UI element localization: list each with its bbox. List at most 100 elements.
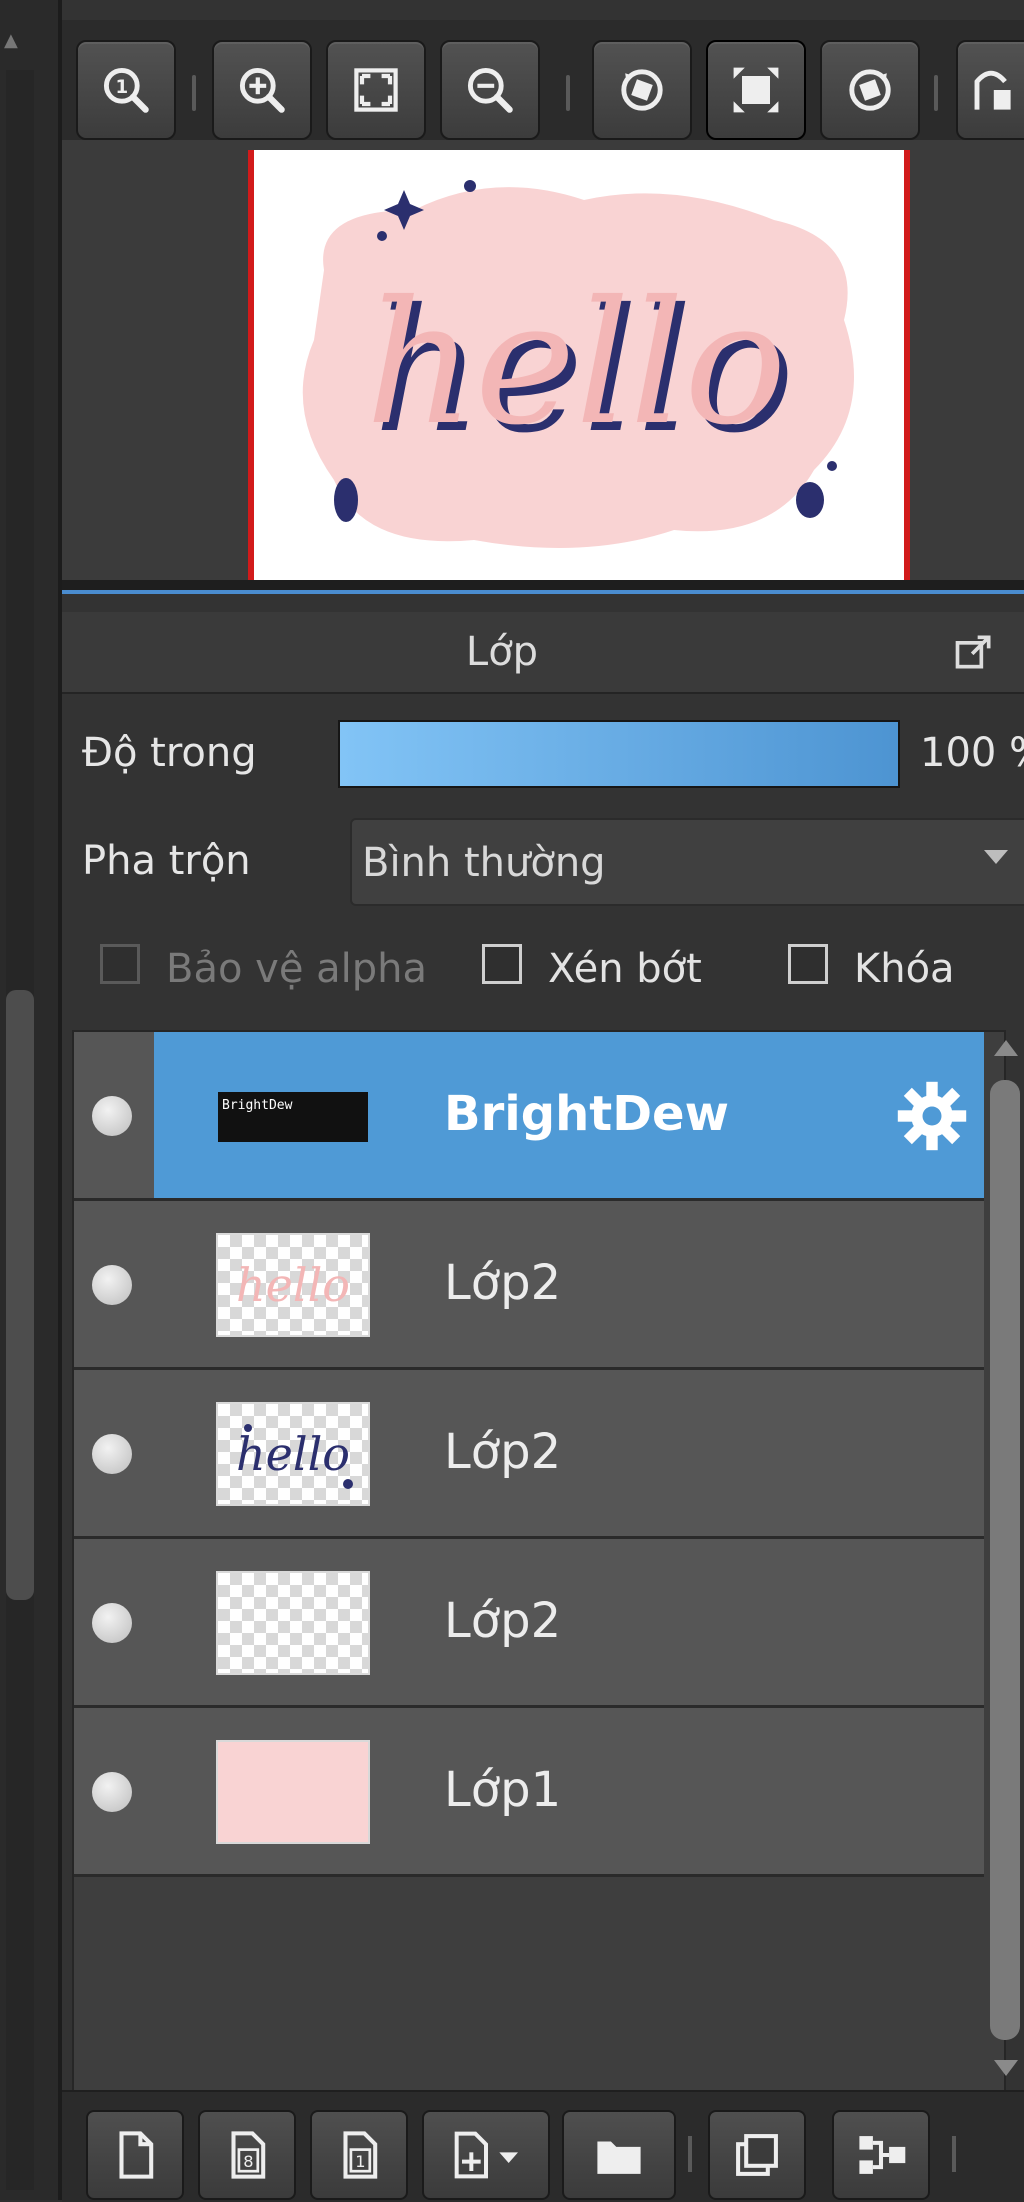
new-8bit-layer-icon: 8 bbox=[231, 2131, 266, 2179]
opacity-row: Độ trong 100 % bbox=[62, 700, 1024, 810]
right-panel: 1 hello hello Lớp Độ trong 100 Pha trộn … bbox=[62, 0, 1024, 2202]
thumbnail-hello: hello bbox=[236, 1427, 350, 1481]
layer-thumbnail: BrightDew bbox=[216, 1090, 370, 1144]
visibility-toggle-icon[interactable] bbox=[92, 1265, 132, 1305]
merge-layer-icon bbox=[859, 2136, 906, 2174]
lock-label: Khóa bbox=[854, 946, 955, 992]
add-layer-menu-button[interactable] bbox=[422, 2110, 550, 2200]
rotate-right-button[interactable] bbox=[820, 40, 920, 140]
thumbnail-art: hello bbox=[236, 1258, 350, 1312]
blend-mode-label: Pha trộn bbox=[82, 838, 251, 884]
layer-thumbnail: hello bbox=[216, 1402, 370, 1506]
navigator-preview[interactable]: hello hello bbox=[62, 140, 1024, 580]
flip-icon bbox=[974, 70, 1011, 110]
fit-canvas-icon bbox=[733, 67, 779, 113]
thumbnail-text: BrightDew bbox=[218, 1092, 368, 1142]
zoom-out-icon bbox=[467, 67, 513, 113]
layer-row[interactable]: Lớp2 bbox=[74, 1539, 984, 1708]
toolbar-separator bbox=[934, 75, 938, 111]
opacity-slider[interactable] bbox=[338, 720, 900, 788]
clipping-checkbox[interactable] bbox=[482, 944, 522, 984]
zoom-actual-icon: 1 bbox=[103, 67, 149, 113]
lock-checkbox[interactable] bbox=[788, 944, 828, 984]
blend-mode-value: Bình thường bbox=[362, 840, 606, 886]
toolbar-separator bbox=[952, 2136, 956, 2172]
svg-text:8: 8 bbox=[243, 2152, 253, 2171]
new-1bit-layer-icon: 1 bbox=[343, 2131, 378, 2179]
preview-hello-text: hello bbox=[365, 265, 786, 463]
opacity-slider-fill bbox=[340, 722, 898, 786]
layer-name: BrightDew bbox=[444, 1086, 729, 1142]
new-folder-icon bbox=[597, 2141, 641, 2174]
chevron-down-icon bbox=[984, 850, 1008, 864]
thumbnail-hello: hello bbox=[236, 1258, 350, 1312]
rotate-right-icon bbox=[849, 69, 891, 111]
layer-options-row: Bảo vệ alpha Xén bớt Khóa bbox=[62, 930, 1024, 1010]
scroll-down-arrow-icon[interactable] bbox=[994, 2060, 1018, 2076]
layer-thumbnail bbox=[216, 1740, 370, 1844]
navigator-toolbar: 1 bbox=[62, 20, 1024, 142]
blend-mode-select[interactable]: Bình thường bbox=[350, 818, 1024, 906]
gear-icon[interactable] bbox=[894, 1078, 970, 1154]
layer-panel-header: Lớp bbox=[62, 612, 1024, 694]
new-layer-icon bbox=[119, 2131, 154, 2179]
layer-name: Lớp2 bbox=[444, 1255, 562, 1311]
rotate-left-icon bbox=[621, 69, 663, 111]
layer-row[interactable]: Lớp1 bbox=[74, 1708, 984, 1877]
layer-thumbnail: hello bbox=[216, 1233, 370, 1337]
new-8bit-layer-button[interactable]: 8 bbox=[198, 2110, 296, 2200]
zoom-in-button[interactable] bbox=[212, 40, 312, 140]
popout-icon[interactable] bbox=[952, 630, 996, 674]
layer-panel-title: Lớp bbox=[465, 629, 539, 675]
layer-list-scrollbar[interactable] bbox=[988, 1040, 1022, 2080]
blend-mode-row: Pha trộn Bình thường bbox=[62, 810, 1024, 910]
scroll-up-arrow-icon[interactable] bbox=[994, 1040, 1018, 1056]
zoom-in-icon bbox=[239, 67, 285, 113]
layer-name: Lớp1 bbox=[444, 1762, 562, 1818]
left-scrollbar-thumb[interactable] bbox=[6, 990, 34, 1600]
toolbar-separator bbox=[566, 75, 570, 111]
toolbar-separator bbox=[192, 75, 196, 111]
add-layer-menu-icon bbox=[454, 2131, 518, 2179]
left-side-strip: ▲ bbox=[0, 0, 62, 2200]
layer-row[interactable]: hello Lớp2 bbox=[74, 1370, 984, 1539]
fit-canvas-button[interactable] bbox=[706, 40, 806, 140]
visibility-toggle-icon[interactable] bbox=[92, 1434, 132, 1474]
svg-text:1: 1 bbox=[355, 2152, 365, 2171]
visibility-toggle-icon[interactable] bbox=[92, 1096, 132, 1136]
protect-alpha-label: Bảo vệ alpha bbox=[166, 946, 428, 992]
new-1bit-layer-button[interactable]: 1 bbox=[310, 2110, 408, 2200]
thumbnail-art: hello bbox=[236, 1424, 353, 1489]
zoom-out-button[interactable] bbox=[440, 40, 540, 140]
opacity-label: Độ trong bbox=[82, 730, 257, 776]
zoom-actual-button[interactable]: 1 bbox=[76, 40, 176, 140]
fit-screen-icon bbox=[354, 68, 398, 112]
layer-row[interactable]: hello Lớp2 bbox=[74, 1201, 984, 1370]
fit-screen-button[interactable] bbox=[326, 40, 426, 140]
preview-artwork: hello hello bbox=[302, 180, 854, 548]
toolbar-separator bbox=[688, 2136, 692, 2172]
layer-name: Lớp2 bbox=[444, 1593, 562, 1649]
rotate-left-button[interactable] bbox=[592, 40, 692, 140]
canvas-preview[interactable]: hello hello bbox=[248, 150, 910, 580]
duplicate-layer-icon bbox=[736, 2134, 778, 2176]
layer-name: Lớp2 bbox=[444, 1424, 562, 1480]
visibility-toggle-icon[interactable] bbox=[92, 1772, 132, 1812]
flip-button[interactable] bbox=[956, 40, 1024, 140]
layer-row-brightdew[interactable]: BrightDew BrightDew bbox=[74, 1032, 984, 1201]
layer-bottom-toolbar: 8 1 bbox=[62, 2090, 1024, 2202]
svg-text:1: 1 bbox=[115, 77, 128, 98]
layer-list-scrollbar-thumb[interactable] bbox=[990, 1080, 1020, 2040]
panel-divider[interactable] bbox=[62, 580, 1024, 594]
new-folder-button[interactable] bbox=[562, 2110, 676, 2200]
visibility-toggle-icon[interactable] bbox=[92, 1603, 132, 1643]
merge-layer-button[interactable] bbox=[832, 2110, 930, 2200]
duplicate-layer-button[interactable] bbox=[708, 2110, 806, 2200]
new-layer-button[interactable] bbox=[86, 2110, 184, 2200]
protect-alpha-checkbox[interactable] bbox=[100, 944, 140, 984]
layer-thumbnail bbox=[216, 1571, 370, 1675]
clipping-label: Xén bớt bbox=[548, 946, 702, 992]
scroll-up-arrow-icon[interactable]: ▲ bbox=[4, 30, 34, 60]
layer-list: BrightDew BrightDew hello Lớp2 hello Lớp… bbox=[72, 1030, 1006, 2094]
opacity-value: 100 % bbox=[920, 730, 1024, 776]
